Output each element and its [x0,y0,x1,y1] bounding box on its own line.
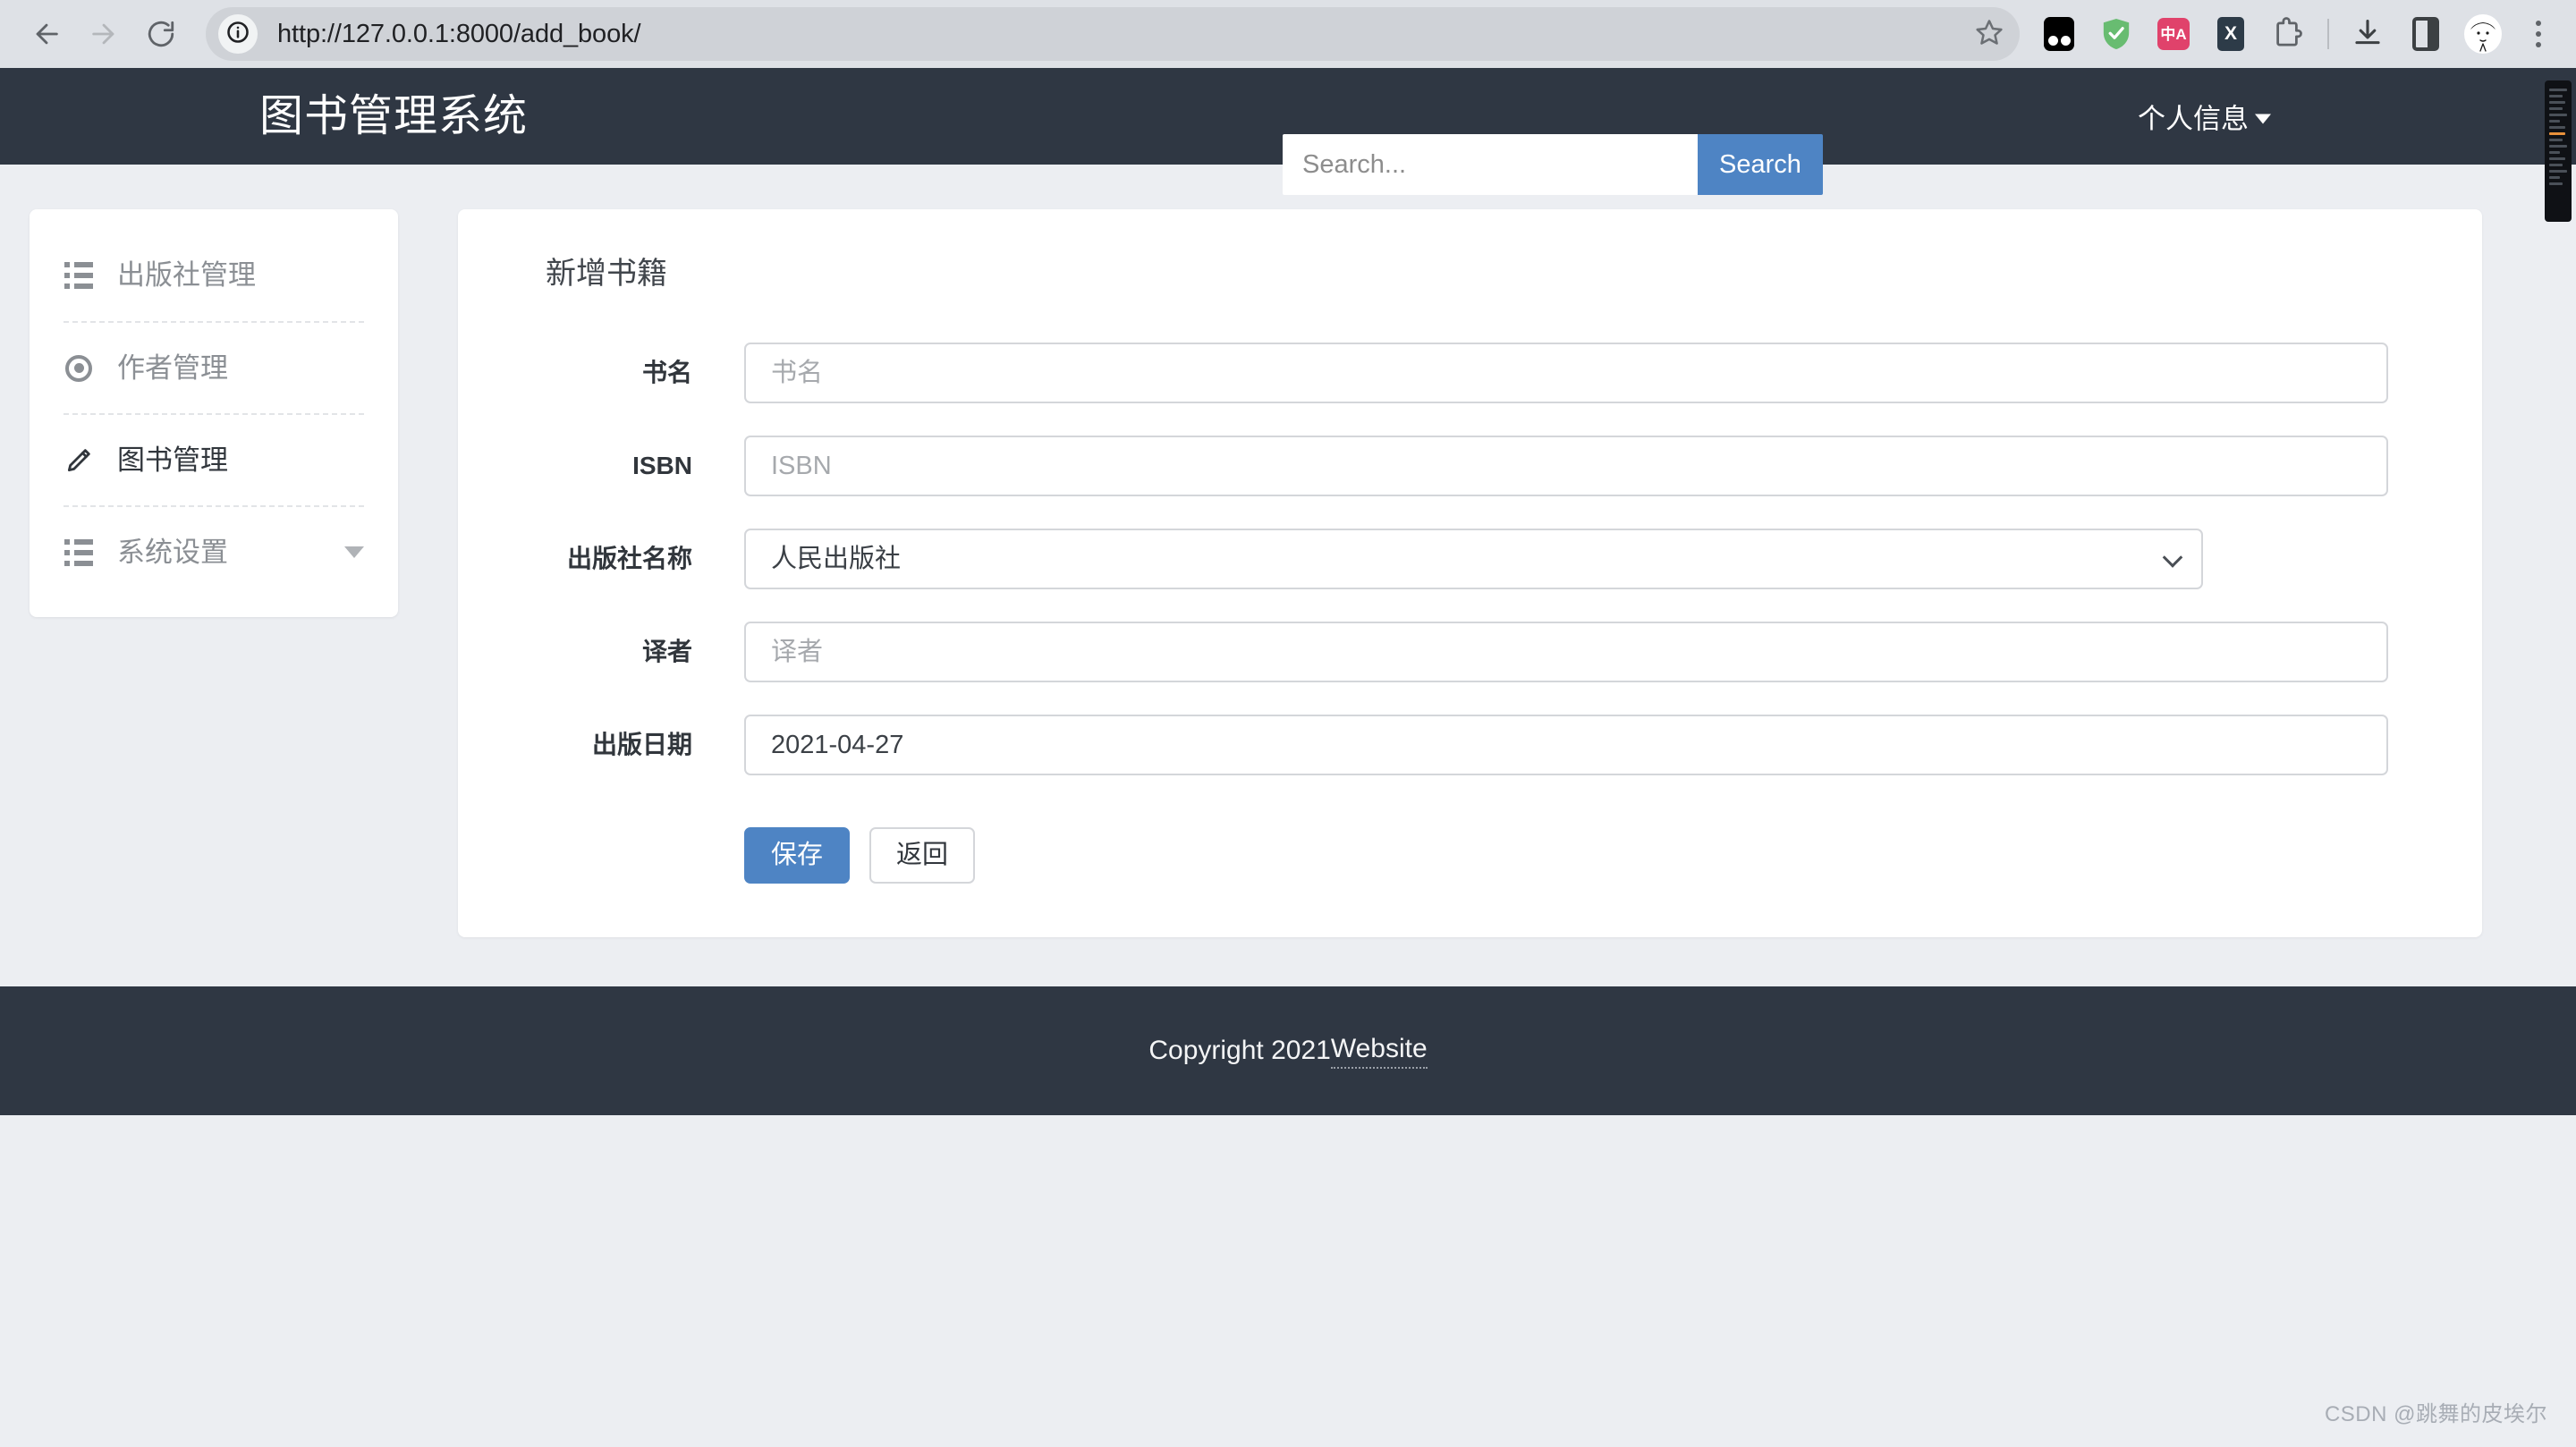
puzzle-extensions-icon [2272,17,2304,51]
download-icon [2352,17,2385,51]
forward-arrow-icon [89,19,119,49]
field-label-translator: 译者 [458,639,744,664]
form-row-translator: 译者 [458,622,2482,682]
browser-toolbar: http://127.0.0.1:8000/add_book/ 中A X [0,0,2576,68]
watermark: CSDN @跳舞的皮埃尔 [2325,1396,2547,1427]
list-icon [64,262,94,289]
chrome-menu-icon [2536,21,2541,47]
back-button[interactable] [20,7,73,61]
star-icon [1975,18,2004,51]
info-circle-icon [225,20,250,49]
profile-avatar-icon [2464,14,2502,54]
address-bar[interactable]: http://127.0.0.1:8000/add_book/ [206,7,2020,61]
chrome-menu-button[interactable] [2521,14,2556,54]
search-button[interactable]: Search [1698,134,1823,195]
sidebar-item-label: 图书管理 [117,446,364,474]
extensions-menu-button[interactable] [2268,14,2308,54]
field-label-isbn: ISBN [458,453,744,478]
field-label-title: 书名 [458,360,744,385]
sidebar-item-label: 出版社管理 [117,261,364,289]
adguard-shield-icon [2101,17,2131,51]
forward-button[interactable] [77,7,131,61]
book-title-input[interactable] [744,343,2388,403]
page-title: 图书管理系统 [259,95,528,139]
bitwarden-extension-button[interactable] [2039,14,2079,54]
code-minimap-overlay[interactable] [2545,80,2572,222]
footer-site-link[interactable]: Website [1331,1034,1428,1069]
footer-copyright: Copyright 2021 [1148,1036,1330,1066]
x-extension-icon: X [2217,17,2244,51]
target-dot-icon [64,355,94,382]
reload-icon [146,19,176,49]
extensions-strip: 中A X [2039,14,2556,54]
sidebar-item-publisher[interactable]: 出版社管理 [64,229,364,321]
publisher-select[interactable]: 人民出版社 [744,529,2203,589]
profile-button[interactable] [2463,14,2503,54]
publish-date-input[interactable] [744,715,2388,775]
form-row-publisher: 出版社名称 人民出版社 [458,529,2482,589]
field-label-publisher: 出版社名称 [458,546,744,571]
back-arrow-icon [31,19,62,49]
user-menu-label: 个人信息 [2138,97,2249,137]
form-heading: 新增书籍 [546,258,2482,289]
bookmark-button[interactable] [1968,13,2011,55]
form-row-publish-date: 出版日期 [458,715,2482,775]
search-input[interactable] [1283,134,1698,195]
user-menu-dropdown[interactable]: 个人信息 [2138,97,2271,137]
list-icon [64,539,94,566]
site-info-button[interactable] [218,14,258,54]
bitwarden-extension-icon [2044,17,2074,51]
publisher-select-wrap: 人民出版社 [744,529,2203,589]
footer: Copyright 2021 Website [0,986,2576,1115]
sidebar-item-label: 作者管理 [117,354,364,382]
url-text[interactable]: http://127.0.0.1:8000/add_book/ [258,20,1968,49]
translate-extension-button[interactable]: 中A [2154,14,2193,54]
chevron-down-icon [344,546,364,558]
page-content: 出版社管理 作者管理 图书管理 [0,165,2576,937]
form-row-isbn: ISBN [458,436,2482,496]
toolbar-divider [2327,19,2329,49]
side-panel-button[interactable] [2406,14,2445,54]
x-extension-button[interactable]: X [2211,14,2250,54]
adguard-extension-button[interactable] [2097,14,2136,54]
app-navbar: 图书管理系统 Search 个人信息 [0,68,2576,165]
back-button[interactable]: 返回 [869,827,975,884]
isbn-input[interactable] [744,436,2388,496]
chevron-down-icon [2255,114,2271,124]
search-form: Search [1283,134,1823,195]
translator-input[interactable] [744,622,2388,682]
save-button[interactable]: 保存 [744,827,850,884]
side-panel-icon [2412,17,2439,51]
app-page: 图书管理系统 Search 个人信息 [0,68,2576,1447]
field-label-publish-date: 出版日期 [458,732,744,757]
sidebar-item-settings[interactable]: 系统设置 [64,505,364,597]
translate-extension-icon: 中A [2157,18,2190,50]
form-panel: 新增书籍 书名 ISBN 出版社名称 人民出版社 译者 [458,209,2482,937]
pencil-icon [64,446,94,475]
form-actions: 保存 返回 [744,827,2482,884]
downloads-button[interactable] [2349,14,2388,54]
sidebar-item-book[interactable]: 图书管理 [64,413,364,505]
sidebar: 出版社管理 作者管理 图书管理 [30,209,398,617]
sidebar-item-label: 系统设置 [117,538,321,566]
reload-button[interactable] [134,7,188,61]
sidebar-item-author[interactable]: 作者管理 [64,321,364,413]
form-row-title: 书名 [458,343,2482,403]
